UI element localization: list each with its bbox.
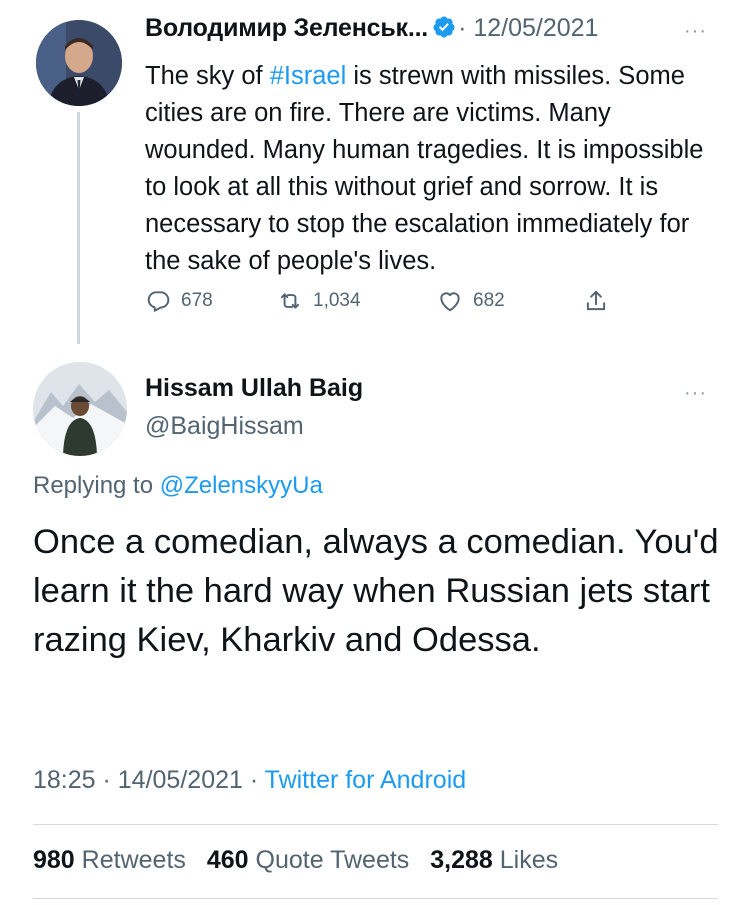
share-icon bbox=[586, 290, 606, 311]
reply-count: 678 bbox=[181, 290, 213, 311]
divider bbox=[33, 898, 718, 899]
share-button[interactable] bbox=[583, 284, 609, 318]
hashtag-link[interactable]: #Israel bbox=[270, 62, 347, 90]
tweet-text-start: The sky of bbox=[145, 62, 270, 90]
reply-icon bbox=[147, 291, 170, 312]
retweets-count: 980 bbox=[33, 846, 75, 874]
replying-prefix: Replying to bbox=[33, 472, 160, 499]
reply-text: Once a comedian, always a comedian. You'… bbox=[33, 523, 719, 659]
avatar[interactable] bbox=[36, 20, 122, 106]
avatar-photo bbox=[33, 362, 127, 456]
reply-author-handle[interactable]: @BaigHissam bbox=[145, 412, 304, 441]
author-name[interactable]: Володимир Зеленськ... bbox=[145, 14, 428, 42]
thread-line bbox=[77, 112, 80, 344]
replying-to: Replying to @ZelenskyyUa bbox=[33, 472, 323, 500]
more-options-icon[interactable]: ··· bbox=[684, 382, 707, 405]
tweet-metadata: 18:25 · 14/05/2021 · Twitter for Android bbox=[33, 766, 466, 795]
retweets-link[interactable]: Retweets bbox=[82, 846, 186, 874]
like-button[interactable]: 682 bbox=[437, 284, 505, 318]
tweet-stats: 980 Retweets 460 Quote Tweets 3,288 Like… bbox=[33, 846, 572, 875]
likes-link[interactable]: Likes bbox=[500, 846, 558, 874]
avatar[interactable] bbox=[33, 362, 127, 456]
like-count: 682 bbox=[473, 290, 505, 311]
reply-author-name[interactable]: Hissam Ullah Baig bbox=[145, 374, 363, 403]
parent-tweet[interactable]: Володимир Зеленськ... · 12/05/2021 ··· T… bbox=[0, 0, 740, 360]
avatar-photo bbox=[36, 20, 122, 106]
divider bbox=[33, 824, 718, 825]
source-link[interactable]: Twitter for Android bbox=[265, 766, 466, 794]
heart-icon bbox=[440, 292, 460, 312]
parent-header: Володимир Зеленськ... · 12/05/2021 bbox=[145, 14, 725, 54]
quote-tweets-link[interactable]: Quote Tweets bbox=[256, 846, 410, 874]
tweet-date[interactable]: · 12/05/2021 bbox=[458, 14, 598, 42]
tweet-text-rest: is strewn with missiles. Some cities are… bbox=[145, 62, 704, 275]
reply-button[interactable]: 678 bbox=[145, 284, 213, 318]
retweet-button[interactable]: 1,034 bbox=[277, 284, 361, 318]
retweet-count: 1,034 bbox=[313, 290, 361, 311]
retweet-icon bbox=[280, 293, 300, 309]
tweet-actions: 678 1,034 682 bbox=[145, 284, 615, 318]
tweet-text: The sky of #Israel is strewn with missil… bbox=[145, 58, 725, 280]
tweet-timestamp[interactable]: 18:25 · 14/05/2021 · bbox=[33, 766, 265, 794]
quote-tweets-count: 460 bbox=[206, 846, 249, 874]
likes-count: 3,288 bbox=[430, 846, 493, 874]
mention-link[interactable]: @ZelenskyyUa bbox=[160, 472, 323, 499]
more-options-icon[interactable]: ··· bbox=[684, 20, 707, 43]
verified-badge-icon bbox=[433, 16, 455, 38]
